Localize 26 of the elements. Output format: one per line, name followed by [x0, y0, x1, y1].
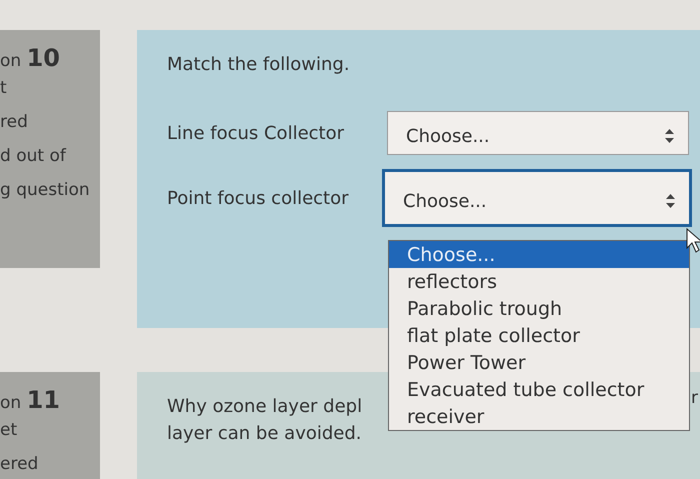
- dropdown-option[interactable]: receiver: [389, 403, 689, 430]
- info-text: d out of: [0, 146, 68, 166]
- info-text: ered: [0, 454, 40, 474]
- dropdown-option[interactable]: Evacuated tube collector: [389, 376, 689, 403]
- select-field[interactable]: Choose...: [387, 111, 689, 155]
- cursor-icon: [686, 228, 700, 254]
- match-label: Point focus collector: [167, 188, 350, 208]
- info-text: t: [0, 78, 8, 98]
- info-text: g question: [0, 180, 91, 200]
- match-label: Line focus Collector: [167, 122, 346, 144]
- question-text: Match the following.: [167, 54, 351, 75]
- question-text: Why ozone layer depl: [167, 396, 362, 417]
- dropdown-option[interactable]: Parabolic trough: [389, 295, 689, 322]
- info-text: et: [0, 420, 18, 440]
- question-text: layer can be avoided.: [167, 423, 362, 444]
- select-field[interactable]: Choose...: [382, 169, 692, 227]
- question-number: on 11: [0, 386, 61, 414]
- dropdown-option[interactable]: Power Tower: [389, 349, 689, 376]
- side-text: r: [691, 388, 698, 408]
- info-text: red: [0, 112, 29, 132]
- dropdown-option[interactable]: reflectors: [389, 268, 689, 295]
- dropdown-option[interactable]: Choose...: [389, 241, 689, 268]
- question-number: on 10: [0, 44, 61, 72]
- updown-arrows-icon: [666, 194, 675, 208]
- dropdown-option[interactable]: flat plate collector: [389, 322, 689, 349]
- updown-arrows-icon: [665, 129, 674, 143]
